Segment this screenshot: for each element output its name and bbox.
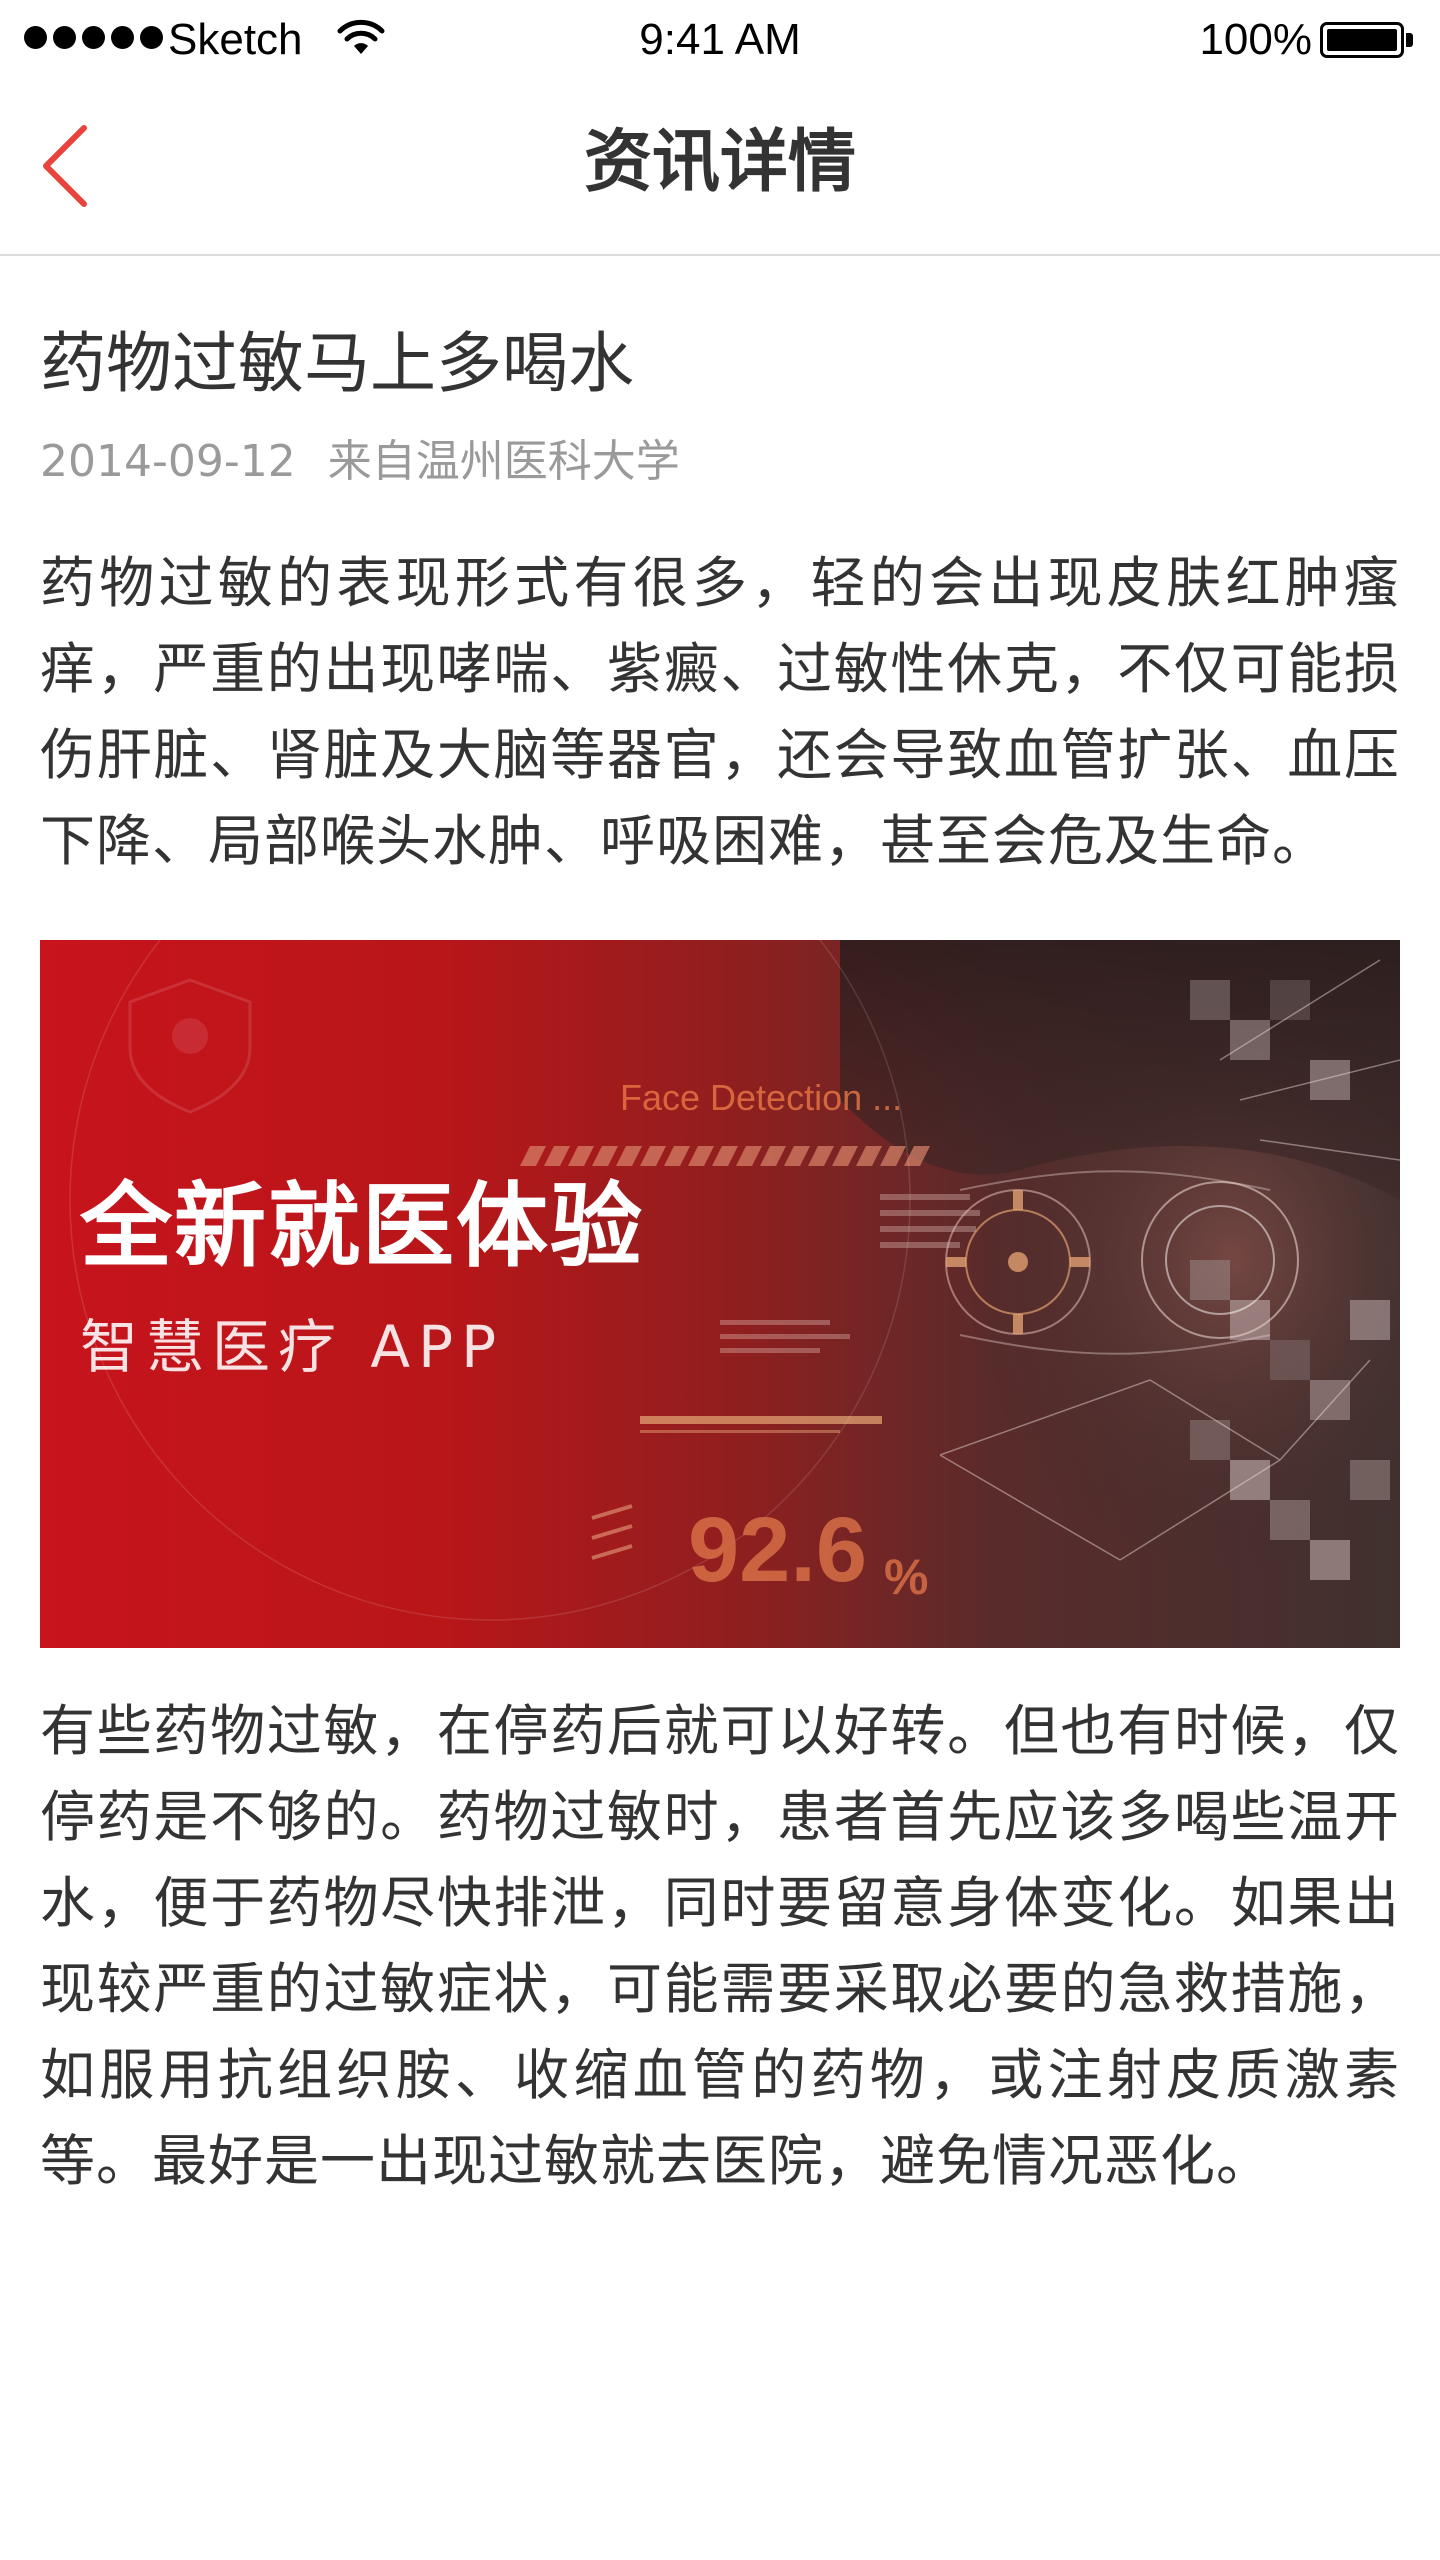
battery-percentage: 100% [1199, 15, 1312, 64]
battery-icon [1320, 22, 1416, 58]
promo-banner[interactable]: Face Detection ... 全新就医体验 智慧医疗 APP 92.6 … [40, 940, 1400, 1648]
article-meta: 2014-09-12 来自温州医科大学 [40, 434, 1400, 490]
article-date: 2014-09-12 [40, 436, 296, 487]
article-title: 药物过敏马上多喝水 [40, 325, 634, 402]
article-paragraph-2: 有些药物过敏，在停药后就可以好转。但也有时候，仅停药是不够的。药物过敏时，患者首… [40, 1699, 1400, 2193]
status-bar: Sketch 9:41 AM 100% [0, 0, 1440, 80]
banner-subtitle: 智慧医疗 APP [80, 1313, 505, 1381]
banner-percent-sign: % [884, 1549, 929, 1605]
banner-headline: 全新就医体验 [80, 1173, 645, 1280]
article-content: 药物过敏马上多喝水 2014-09-12 来自温州医科大学 药物过敏的表现形式有很… [40, 256, 1400, 2204]
article-source: 来自温州医科大学 [327, 436, 680, 487]
page-title: 资讯详情 [583, 123, 856, 202]
article-paragraph-1: 药物过敏的表现形式有很多，轻的会出现皮肤红肿瘙痒，严重的出现哮喘、紫癜、过敏性休… [40, 551, 1400, 873]
navigation-bar: 资讯详情 [0, 80, 1440, 256]
banner-face-detection-label: Face Detection ... [620, 1077, 903, 1118]
banner-percent-value: 92.6 [688, 1499, 868, 1601]
